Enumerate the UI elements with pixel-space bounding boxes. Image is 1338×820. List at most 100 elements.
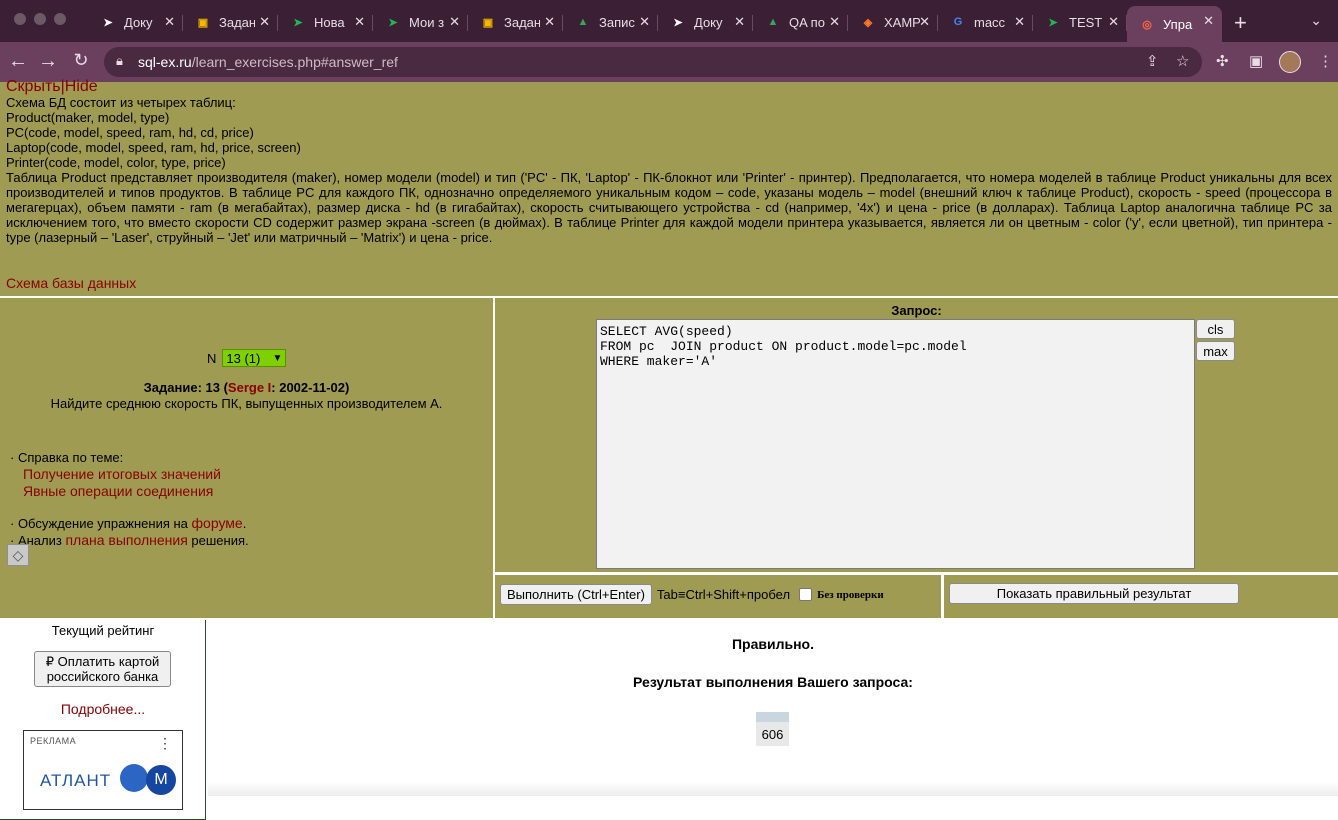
tab-label: QA по xyxy=(789,14,825,30)
result-table: 606 xyxy=(756,712,789,746)
schema-line: Printer(code, model, color, type, price) xyxy=(6,155,226,170)
plan-line: · Анализ плана выполнения решения. xyxy=(10,532,249,548)
result-table-header xyxy=(756,712,789,722)
pay-card-button[interactable]: ₽ Оплатить картой российского банка xyxy=(34,651,171,687)
ad-label: РЕКЛАМА xyxy=(30,736,77,746)
browser-tab[interactable]: ▲ QA по ✕ xyxy=(753,7,848,37)
paper-plane-icon: ➤ xyxy=(388,16,398,29)
tab-label: Задан xyxy=(219,14,255,30)
side-panel-icon[interactable]: ▣ xyxy=(1249,52,1263,70)
close-tab-icon[interactable]: ✕ xyxy=(544,14,555,30)
task-panel: N 13 (1) ▼ Задание: 13 (Serge I: 2002-11… xyxy=(0,298,493,618)
paper-plane-icon: ➤ xyxy=(673,16,683,29)
result-status: Правильно. xyxy=(731,636,814,652)
drive-icon: ▲ xyxy=(577,16,589,28)
browser-tab[interactable]: ◎ Упра ✕ xyxy=(1127,6,1222,42)
classroom-icon: ▣ xyxy=(197,16,209,29)
browser-tab[interactable]: ▣ Задан ✕ xyxy=(468,7,563,37)
maximize-window-icon[interactable] xyxy=(54,13,66,25)
page-content: Скрыть|Hide Схема БД состоит из четырех … xyxy=(0,78,1338,820)
ad-globe-icon xyxy=(120,764,148,792)
menu-kebab-icon[interactable]: ⋮ xyxy=(1318,52,1333,70)
result-table-cell: 606 xyxy=(756,722,789,746)
plan-link[interactable]: плана выполнения xyxy=(65,532,187,548)
address-bar[interactable]: 🔒︎ sql-ex.ru/learn_exercises.php#answer_… xyxy=(104,47,1202,77)
close-tab-icon[interactable]: ✕ xyxy=(1203,13,1214,29)
n-label: N xyxy=(207,350,217,366)
close-tab-icon[interactable]: ✕ xyxy=(639,14,650,30)
show-correct-result-button[interactable]: Показать правильный результат xyxy=(949,583,1239,604)
paper-plane-icon: ➤ xyxy=(103,16,113,29)
tab-label: TEST xyxy=(1069,14,1103,30)
close-window-icon[interactable] xyxy=(14,13,26,25)
browser-toolbar: ← → ↻ 🔒︎ sql-ex.ru/learn_exercises.php#a… xyxy=(0,42,1338,82)
no-check-checkbox[interactable] xyxy=(799,588,813,601)
help-section: · Справка по теме: Получение итоговых зн… xyxy=(10,450,249,549)
hide-link[interactable]: Скрыть|Hide xyxy=(6,78,98,96)
schema-line: PC(code, model, speed, ram, hd, cd, pric… xyxy=(6,125,254,140)
url-text: sql-ex.ru/learn_exercises.php#answer_ref xyxy=(138,54,398,70)
lock-icon: 🔒︎ xyxy=(116,53,123,68)
schema-diagram-link[interactable]: Схема базы данных xyxy=(6,275,136,291)
browser-tab[interactable]: ➤ Доку ✕ xyxy=(658,7,753,37)
close-tab-icon[interactable]: ✕ xyxy=(919,14,930,30)
browser-tab[interactable]: ◈ XAMP ✕ xyxy=(848,7,938,37)
new-tab-icon[interactable]: + xyxy=(1234,10,1247,36)
close-tab-icon[interactable]: ✕ xyxy=(259,14,270,30)
help-link-aggregates[interactable]: Получение итоговых значений xyxy=(23,466,221,482)
tab-search-chevron-icon[interactable]: ⌄ xyxy=(1310,12,1322,29)
drive-icon: ▲ xyxy=(767,16,779,28)
task-text: Найдите среднюю скорость ПК, выпущенных … xyxy=(50,396,443,411)
nav-diamond-icon[interactable]: ◇ xyxy=(7,544,29,566)
bookmark-star-icon[interactable]: ☆ xyxy=(1176,52,1189,70)
query-textarea[interactable]: SELECT AVG(speed) FROM pc JOIN product O… xyxy=(596,319,1195,569)
execute-button[interactable]: Выполнить (Ctrl+Enter) xyxy=(500,584,652,605)
rating-panel: Текущий рейтинг ₽ Оплатить картой россий… xyxy=(0,620,206,820)
close-tab-icon[interactable]: ✕ xyxy=(449,14,460,30)
cls-button[interactable]: cls xyxy=(1196,319,1235,339)
query-panel: Запрос: SELECT AVG(speed) FROM pc JOIN p… xyxy=(495,298,1338,572)
author-link[interactable]: Serge I xyxy=(228,380,271,395)
tab-label: Доку xyxy=(124,14,153,30)
ad-menu-icon[interactable]: ⋮ xyxy=(158,735,172,752)
close-tab-icon[interactable]: ✕ xyxy=(354,14,365,30)
exercise-select[interactable]: 13 (1) ▼ xyxy=(222,349,287,367)
bottom-shade xyxy=(208,782,1338,796)
minimize-window-icon[interactable] xyxy=(34,13,46,25)
help-label: · Справка по теме: xyxy=(10,450,124,465)
back-arrow-icon[interactable]: ← xyxy=(6,50,30,73)
execute-panel: Выполнить (Ctrl+Enter) Tab≡Ctrl+Shift+пр… xyxy=(495,575,941,618)
xampp-icon: ◈ xyxy=(863,16,873,29)
browser-tab[interactable]: ➤ TEST ✕ xyxy=(1033,7,1127,37)
close-tab-icon[interactable]: ✕ xyxy=(734,14,745,30)
profile-avatar[interactable] xyxy=(1279,51,1301,73)
help-link-joins[interactable]: Явные операции соединения xyxy=(23,483,213,499)
browser-tab[interactable]: Gmacc ✕ xyxy=(938,7,1033,37)
tab-hint: Tab≡Ctrl+Shift+пробел xyxy=(656,587,791,602)
forward-arrow-icon[interactable]: → xyxy=(36,50,60,73)
task-title: Задание: 13 (Serge I: 2002-11-02) xyxy=(143,380,350,395)
ad-brand: АТЛАНТ xyxy=(40,771,112,790)
browser-tab[interactable]: ▲ Запис ✕ xyxy=(563,7,658,37)
schema-panel: Скрыть|Hide Схема БД состоит из четырех … xyxy=(0,78,1338,296)
browser-tab[interactable]: ➤ Мои з ✕ xyxy=(373,7,468,37)
schema-line: Laptop(code, model, speed, ram, hd, pric… xyxy=(6,140,301,155)
share-icon[interactable]: ⇪ xyxy=(1146,52,1159,70)
browser-tab[interactable]: ➤ Нова ✕ xyxy=(278,7,373,37)
chevron-down-icon: ▼ xyxy=(272,352,283,364)
close-tab-icon[interactable]: ✕ xyxy=(164,14,175,30)
forum-link[interactable]: форуме xyxy=(192,515,243,531)
browser-tab[interactable]: ➤ Доку ✕ xyxy=(88,7,183,37)
close-tab-icon[interactable]: ✕ xyxy=(1014,14,1025,30)
max-button[interactable]: max xyxy=(1196,341,1235,361)
reload-icon[interactable]: ↻ xyxy=(69,50,93,71)
no-check-label: Без проверки xyxy=(817,588,884,601)
close-tab-icon[interactable]: ✕ xyxy=(1108,14,1119,30)
exercise-selector: N 13 (1) ▼ xyxy=(207,349,287,367)
browser-tab[interactable]: ▣ Задан ✕ xyxy=(183,7,278,37)
advertisement[interactable]: РЕКЛАМА ⋮ АТЛАНТ M xyxy=(23,730,183,810)
more-link[interactable]: Подробнее... xyxy=(0,701,206,717)
execute-row: Выполнить (Ctrl+Enter) Tab≡Ctrl+Shift+пр… xyxy=(500,584,884,605)
close-tab-icon[interactable]: ✕ xyxy=(829,14,840,30)
extensions-puzzle-icon[interactable]: ✣ xyxy=(1216,52,1229,70)
